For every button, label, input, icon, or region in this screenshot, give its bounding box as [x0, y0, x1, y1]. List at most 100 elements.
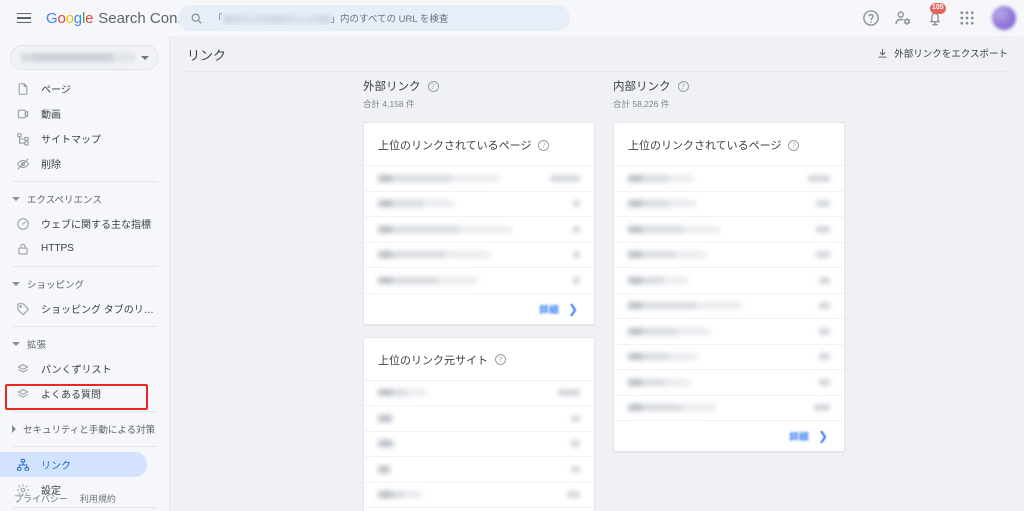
- chevron-right-icon: ❯: [817, 429, 828, 443]
- user-avatar[interactable]: [992, 6, 1016, 30]
- table-row[interactable]: [614, 345, 844, 370]
- url-inspection-search[interactable]: 「」内のすべての URL を検査: [178, 5, 570, 31]
- row-label-redacted: [628, 225, 720, 233]
- row-value-redacted: [816, 200, 830, 208]
- sidebar-item-links[interactable]: リンク: [0, 452, 147, 477]
- privacy-link[interactable]: プライバシー: [14, 492, 68, 505]
- sidebar-item-label: リンク: [41, 461, 71, 472]
- sidebar-item-core-web-vitals[interactable]: ウェブに関する主な指標: [0, 211, 161, 236]
- sidebar-section-security-manual-actions[interactable]: セキュリティと手動による対策: [0, 417, 169, 441]
- sidebar-item-videos[interactable]: 動画: [0, 101, 161, 126]
- notifications-bell-icon[interactable]: 105: [926, 3, 946, 27]
- row-label-redacted: [378, 251, 490, 259]
- sidebar-item-breadcrumbs[interactable]: パンくずリスト: [0, 356, 161, 381]
- help-icon[interactable]: ?: [677, 80, 689, 92]
- row-label-redacted: [378, 174, 500, 182]
- help-icon[interactable]: ?: [427, 80, 439, 92]
- chevron-down-icon: [12, 197, 20, 201]
- table-row[interactable]: [364, 457, 594, 483]
- lock-icon: [16, 242, 30, 256]
- card-rows: [614, 165, 844, 421]
- sidebar-item-removals[interactable]: 削除: [0, 151, 161, 176]
- external-links-title: 外部リンク: [363, 81, 421, 93]
- table-row[interactable]: [364, 192, 594, 217]
- row-value-redacted: [573, 200, 580, 208]
- account-settings-icon[interactable]: [894, 9, 912, 27]
- row-label-redacted: [628, 276, 688, 284]
- export-external-links-button[interactable]: 外部リンクをエクスポート: [877, 46, 1008, 60]
- sidebar-item-label: パンくずリスト: [41, 365, 112, 376]
- sidebar-section-label: ショッピング: [27, 280, 85, 291]
- table-row[interactable]: [614, 166, 844, 192]
- row-value-redacted: [819, 302, 830, 310]
- apps-grid-icon[interactable]: [958, 9, 976, 27]
- external-links-column: 外部リンク ? 合計 4,158 件 上位のリンクされているページ ? 詳細 ❯…: [363, 78, 595, 511]
- terms-link[interactable]: 利用規約: [80, 492, 116, 505]
- card-rows: [364, 165, 594, 294]
- card-title: 上位のリンクされているページ ?: [364, 123, 594, 165]
- row-value-redacted: [819, 276, 830, 284]
- chevron-right-icon: ❯: [567, 301, 578, 316]
- row-value-redacted: [814, 404, 830, 412]
- table-row[interactable]: [614, 192, 844, 217]
- sidebar-item-shopping-tab-listings[interactable]: ショッピング タブのリス…: [0, 296, 161, 321]
- hamburger-menu-icon[interactable]: [6, 0, 42, 36]
- row-label-redacted: [628, 251, 706, 259]
- breadcrumbs-icon: [16, 362, 30, 376]
- property-selector[interactable]: [10, 45, 159, 70]
- table-row[interactable]: [364, 432, 594, 457]
- help-icon[interactable]: ?: [495, 354, 506, 365]
- search-icon: [191, 13, 202, 24]
- sidebar-item-https[interactable]: HTTPS: [0, 236, 161, 261]
- sidebar-divider: [12, 411, 157, 412]
- row-value-redacted: [567, 491, 580, 499]
- row-value-redacted: [819, 327, 830, 335]
- card-more-link[interactable]: 詳細 ❯: [614, 421, 844, 451]
- sidebar-item-pages[interactable]: ページ: [0, 76, 161, 101]
- table-row[interactable]: [614, 294, 844, 319]
- top-linked-pages-card: 上位のリンクされているページ ? 詳細 ❯: [363, 122, 595, 325]
- table-row[interactable]: [364, 268, 594, 294]
- sidebar-divider: [12, 507, 157, 508]
- sidebar-item-faq[interactable]: よくある質問: [0, 381, 161, 406]
- table-row[interactable]: [364, 381, 594, 406]
- chevron-down-icon: [141, 55, 149, 60]
- row-label-redacted: [628, 302, 742, 310]
- table-row[interactable]: [364, 406, 594, 432]
- sidebar-section-label: 拡張: [27, 340, 47, 351]
- table-row[interactable]: [364, 483, 594, 508]
- card-title: 上位のリンクされているページ ?: [614, 123, 844, 165]
- table-row[interactable]: [364, 166, 594, 192]
- table-row[interactable]: [614, 396, 844, 421]
- sidebar-item-label: 削除: [41, 160, 61, 171]
- table-row[interactable]: [614, 217, 844, 243]
- google-wordmark: Google: [46, 9, 94, 27]
- sidebar-navigation: ページ 動画 サイトマップ 削除 エクスペリエンス ウェブに関する主な指標 HT…: [0, 36, 170, 511]
- table-row[interactable]: [364, 217, 594, 243]
- search-placeholder: 「」内のすべての URL を検査: [213, 14, 449, 25]
- sidebar-section-enhancements[interactable]: 拡張: [0, 332, 169, 356]
- row-label-redacted: [378, 276, 478, 284]
- table-row[interactable]: [614, 268, 844, 294]
- sidebar-item-label: HTTPS: [41, 243, 74, 254]
- table-row[interactable]: [614, 370, 844, 396]
- table-row[interactable]: [364, 243, 594, 268]
- table-row[interactable]: [614, 319, 844, 345]
- internal-links-total: 合計 58,226 件: [613, 99, 670, 109]
- sidebar-item-sitemaps[interactable]: サイトマップ: [0, 126, 161, 151]
- help-icon[interactable]: ?: [538, 139, 550, 151]
- sidebar-item-label: よくある質問: [41, 390, 101, 401]
- sidebar-section-shopping[interactable]: ショッピング: [0, 272, 169, 296]
- help-icon[interactable]: ?: [788, 139, 800, 151]
- sidebar-divider: [12, 446, 157, 447]
- card-more-link[interactable]: 詳細 ❯: [364, 294, 594, 324]
- sidebar-section-experience[interactable]: エクスペリエンス: [0, 187, 169, 211]
- help-icon[interactable]: [862, 9, 880, 27]
- sidebar-divider: [12, 326, 157, 327]
- table-row[interactable]: [614, 243, 844, 268]
- row-label-redacted: [378, 491, 422, 499]
- internal-links-column: 内部リンク ? 合計 58,226 件 上位のリンクされているページ ? 詳細 …: [613, 78, 845, 452]
- internal-links-title: 内部リンク: [613, 81, 671, 93]
- row-label-redacted: [628, 404, 716, 412]
- card-title-label: 上位のリンクされているページ: [628, 140, 782, 152]
